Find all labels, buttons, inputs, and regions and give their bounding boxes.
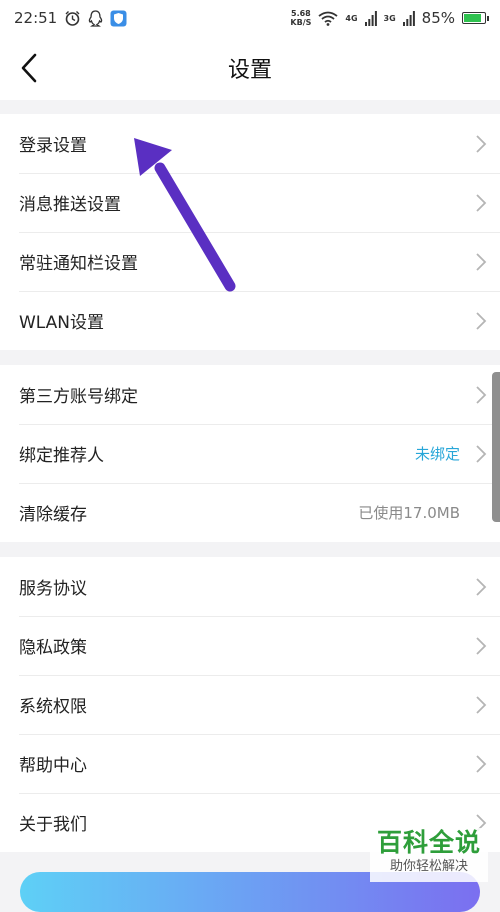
settings-item-label: 常驻通知栏设置 — [19, 254, 138, 274]
chevron-right-icon — [476, 135, 487, 153]
chevron-right-icon — [476, 253, 487, 271]
settings-group-account: 登录设置 消息推送设置 常驻通知栏设置 WLAN设置 — [0, 114, 500, 350]
battery-fill — [464, 14, 481, 22]
chevron-right-icon — [476, 637, 487, 655]
settings-item-label: WLAN设置 — [19, 313, 105, 333]
settings-item-service-agreement[interactable]: 服务协议 — [0, 557, 500, 616]
status-bar: 22:51 5.68 KB/S 4G 3G 85% — [0, 0, 500, 36]
settings-item-label: 清除缓存 — [19, 505, 87, 525]
page-title: 设置 — [227, 58, 272, 83]
network-type-1: 4G — [345, 13, 358, 23]
settings-item-label: 服务协议 — [19, 579, 87, 599]
settings-item-push[interactable]: 消息推送设置 — [0, 173, 500, 232]
alarm-icon — [65, 10, 80, 26]
settings-item-third-party-binding[interactable]: 第三方账号绑定 — [0, 365, 500, 424]
settings-item-clear-cache[interactable]: 清除缓存 已使用17.0MB — [0, 483, 500, 542]
settings-item-label: 系统权限 — [19, 697, 87, 717]
chevron-right-icon — [476, 696, 487, 714]
settings-item-label: 登录设置 — [19, 136, 87, 156]
back-arrow-icon[interactable] — [16, 52, 44, 84]
settings-item-notification-bar[interactable]: 常驻通知栏设置 — [0, 232, 500, 291]
settings-group-about: 服务协议 隐私政策 系统权限 帮助中心 关于我们 — [0, 557, 500, 852]
watermark-subtitle: 助你轻松解决 — [389, 859, 468, 874]
battery-icon — [462, 12, 489, 24]
chevron-right-icon — [476, 312, 487, 330]
status-bar-left: 22:51 — [14, 9, 127, 27]
settings-item-label: 帮助中心 — [19, 756, 87, 776]
settings-item-referrer[interactable]: 绑定推荐人 未绑定 — [0, 424, 500, 483]
page-header: 设置 — [0, 36, 500, 100]
net-speed: 5.68 KB/S — [290, 9, 312, 27]
watermark-title: 百科全说 — [376, 828, 481, 857]
chevron-right-icon — [476, 445, 487, 463]
battery-percent: 85% — [421, 9, 455, 27]
settings-item-label: 绑定推荐人 — [19, 446, 104, 466]
signal-icon-1 — [364, 10, 377, 26]
wifi-icon — [318, 11, 338, 26]
chevron-right-icon — [476, 194, 487, 212]
referrer-status: 未绑定 — [414, 445, 460, 463]
status-bar-right: 5.68 KB/S 4G 3G 85% — [290, 9, 489, 27]
qq-penguin-icon — [89, 9, 103, 27]
settings-item-privacy-policy[interactable]: 隐私政策 — [0, 616, 500, 675]
shield-app-icon — [110, 10, 127, 26]
settings-item-label: 隐私政策 — [19, 638, 87, 658]
settings-group-binding: 第三方账号绑定 绑定推荐人 未绑定 清除缓存 已使用17.0MB — [0, 365, 500, 542]
chevron-right-icon — [476, 386, 487, 404]
settings-item-label: 第三方账号绑定 — [19, 387, 138, 407]
settings-item-label: 消息推送设置 — [19, 195, 121, 215]
settings-item-system-permissions[interactable]: 系统权限 — [0, 675, 500, 734]
settings-item-wlan[interactable]: WLAN设置 — [0, 291, 500, 350]
chevron-right-icon — [476, 578, 487, 596]
settings-item-login[interactable]: 登录设置 — [0, 114, 500, 173]
signal-icon-2 — [402, 10, 415, 26]
watermark: 百科全说 助你轻松解决 — [370, 828, 488, 882]
cache-size: 已使用17.0MB — [358, 504, 460, 522]
network-type-2: 3G — [383, 13, 396, 23]
scrollbar[interactable] — [492, 372, 500, 522]
status-time: 22:51 — [14, 9, 58, 27]
settings-item-label: 关于我们 — [19, 815, 87, 835]
settings-item-help-center[interactable]: 帮助中心 — [0, 734, 500, 793]
chevron-right-icon — [476, 755, 487, 773]
